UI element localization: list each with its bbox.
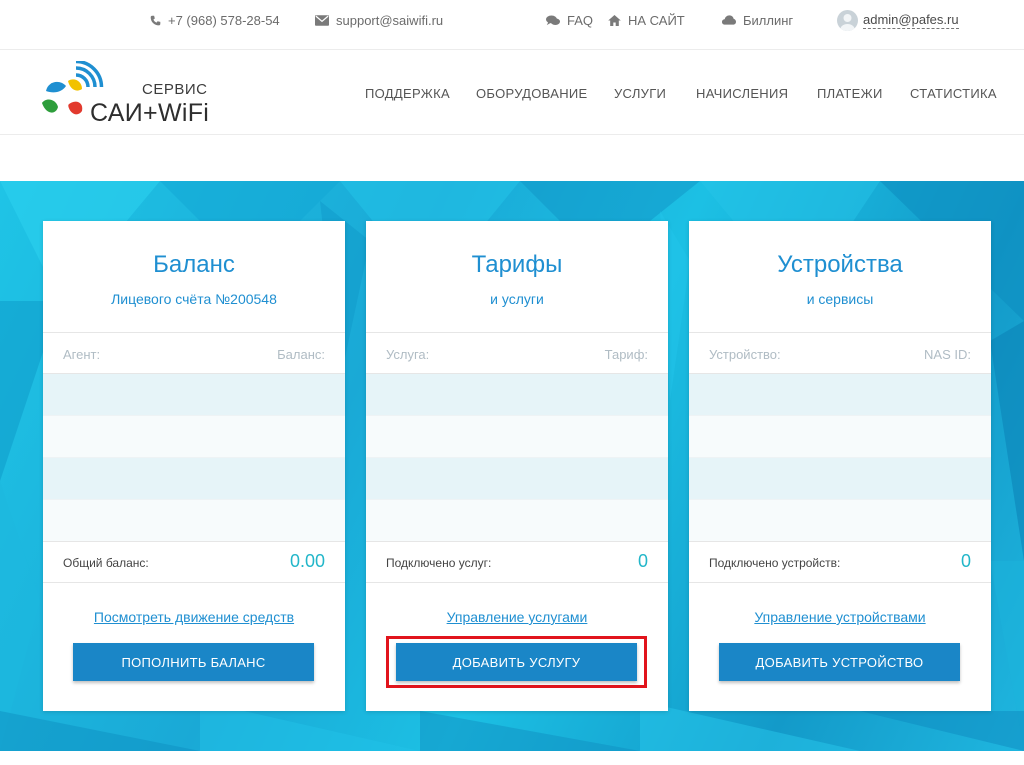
nav-item-charges[interactable]: НАЧИСЛЕНИЯ (696, 86, 788, 101)
total-value: 0 (637, 551, 648, 571)
phone-text: +7 (968) 578-28-54 (168, 12, 280, 28)
nav-item-payments[interactable]: ПЛАТЕЖИ (817, 86, 883, 101)
billing-text: Биллинг (743, 12, 794, 28)
phone-link[interactable]: +7 (968) 578-28-54 (150, 10, 280, 30)
user-menu[interactable]: admin@pafes.ru (837, 9, 959, 31)
tariffs-card: Тарифы и услуги Услуга: Тариф: Подключен… (366, 221, 668, 711)
card-title: Тарифы (471, 251, 563, 278)
table-header: Агент: Баланс: (43, 332, 345, 374)
add-service-button[interactable]: ДОБАВИТЬ УСЛУГУ (396, 643, 637, 681)
table-row (366, 458, 668, 500)
column-header-device: Устройство: (709, 347, 781, 362)
balance-card: Баланс Лицевого счёта №200548 Агент: Бал… (43, 221, 345, 711)
table-row (366, 374, 668, 416)
envelope-icon (315, 14, 329, 26)
table-row (366, 500, 668, 542)
table-header: Устройство: NAS ID: (689, 332, 991, 374)
card-subtitle: и услуги (490, 291, 544, 307)
table-row (689, 374, 991, 416)
table-row (366, 416, 668, 458)
hero-section: Баланс Лицевого счёта №200548 Агент: Бал… (0, 181, 1024, 751)
faq-text: FAQ (567, 12, 594, 28)
card-subtitle: Лицевого счёта №200548 (111, 291, 277, 307)
chat-icon (546, 14, 560, 25)
footer-strip (0, 751, 1024, 765)
nav-item-support[interactable]: ПОДДЕРЖКА (365, 86, 450, 101)
nav-item-statistics[interactable]: СТАТИСТИКА (910, 86, 997, 101)
total-value: 0.00 (289, 551, 325, 571)
total-label: Подключено устройств: (709, 556, 841, 570)
support-email-link[interactable]: support@saiwifi.ru (315, 10, 443, 30)
table-row (43, 458, 345, 500)
support-email-text: support@saiwifi.ru (336, 12, 444, 28)
column-header-balance: Баланс: (277, 347, 325, 362)
nav-item-equipment[interactable]: ОБОРУДОВАНИЕ (476, 86, 588, 101)
table-row (689, 416, 991, 458)
card-title: Устройства (777, 251, 903, 278)
table-row (43, 374, 345, 416)
top-up-balance-button[interactable]: ПОПОЛНИТЬ БАЛАНС (73, 643, 314, 681)
header: СЕРВИС САИ+WiFi ПОДДЕРЖКА ОБОРУДОВАНИЕ У… (0, 51, 1024, 135)
total-row: Подключено услуг: 0 (366, 541, 668, 583)
table-row (689, 458, 991, 500)
cloud-icon (722, 15, 736, 25)
total-value: 0 (960, 551, 971, 571)
view-transactions-link[interactable]: Посмотреть движение средств (43, 609, 345, 625)
total-label: Подключено услуг: (386, 556, 492, 570)
manage-services-link[interactable]: Управление услугами (366, 609, 668, 625)
phone-icon (150, 15, 161, 25)
table-row (689, 500, 991, 542)
table-header: Услуга: Тариф: (366, 332, 668, 374)
user-email: admin@pafes.ru (863, 11, 959, 29)
total-row: Подключено устройств: 0 (689, 541, 991, 583)
manage-devices-link[interactable]: Управление устройствами (689, 609, 991, 625)
faq-link[interactable]: FAQ (546, 10, 593, 30)
logo-name-text: САИ+WiFi (90, 99, 210, 127)
total-row: Общий баланс: 0.00 (43, 541, 345, 583)
user-icon (840, 13, 855, 31)
nav-item-services[interactable]: УСЛУГИ (614, 86, 666, 101)
site-link[interactable]: НА САЙТ (608, 10, 685, 30)
site-text: НА САЙТ (628, 12, 685, 28)
billing-link[interactable]: Биллинг (722, 10, 793, 30)
column-header-tariff: Тариф: (604, 347, 648, 362)
logo[interactable]: СЕРВИС САИ+WiFi (38, 61, 218, 127)
logo-service-text: СЕРВИС (142, 81, 208, 98)
card-title: Баланс (153, 251, 235, 278)
table-row (43, 500, 345, 542)
add-device-button[interactable]: ДОБАВИТЬ УСТРОЙСТВО (719, 643, 960, 681)
column-header-agent: Агент: (63, 347, 101, 362)
devices-card: Устройства и сервисы Устройство: NAS ID:… (689, 221, 991, 711)
top-bar: +7 (968) 578-28-54 support@saiwifi.ru FA… (0, 0, 1024, 50)
avatar (837, 9, 858, 31)
column-header-service: Услуга: (386, 347, 430, 362)
column-header-nas-id: NAS ID: (924, 347, 971, 362)
home-icon (608, 14, 621, 26)
total-label: Общий баланс: (63, 556, 149, 570)
table-row (43, 416, 345, 458)
card-subtitle: и сервисы (806, 291, 874, 307)
